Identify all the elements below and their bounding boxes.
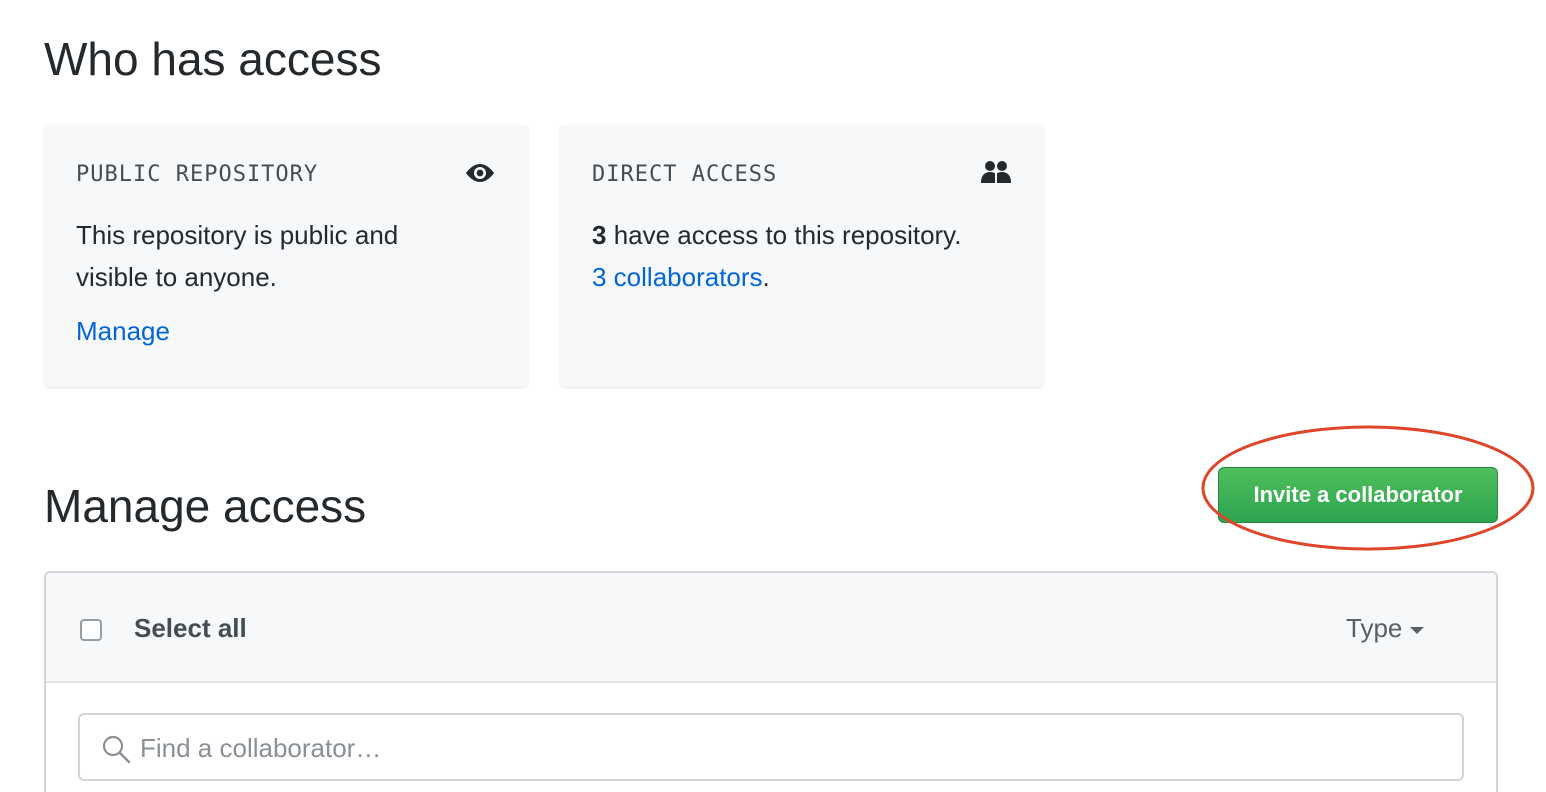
type-filter-label: Type (1346, 613, 1403, 643)
collaborators-toolbar: Select all Type (46, 573, 1496, 683)
access-settings-page: Who has access PUBLIC REPOSITORY This re… (0, 0, 1546, 792)
direct-access-card: DIRECT ACCESS 3 have access to this repo… (560, 125, 1044, 387)
eye-icon (466, 164, 494, 182)
public-repository-description: This repository is public and visible to… (76, 220, 399, 292)
public-repository-card: PUBLIC REPOSITORY This repository is pub… (44, 125, 528, 387)
type-filter-dropdown[interactable]: Type (1346, 611, 1425, 645)
public-repository-heading: PUBLIC REPOSITORY (76, 162, 319, 187)
manage-access-heading: Manage access (44, 480, 367, 532)
access-count: 3 (592, 220, 607, 250)
collaborators-link[interactable]: 3 collaborators (592, 262, 763, 292)
select-all-label[interactable]: Select all (134, 611, 247, 645)
collaborators-panel: Select all Type (44, 571, 1498, 792)
search-box (78, 713, 1464, 781)
who-has-access-heading: Who has access (44, 33, 382, 85)
invite-collaborator-button[interactable]: Invite a collaborator (1218, 467, 1498, 523)
direct-access-heading: DIRECT ACCESS (592, 162, 778, 187)
manage-visibility-link[interactable]: Manage (76, 316, 170, 347)
collaborators-period: . (762, 262, 770, 292)
people-icon (981, 161, 1011, 183)
direct-access-description: 3 have access to this repository. 3 coll… (592, 214, 1012, 298)
find-collaborator-input[interactable] (138, 715, 1442, 781)
search-icon (102, 735, 131, 764)
access-count-text: have access to this repository. (606, 220, 962, 250)
select-all-checkbox[interactable] (80, 619, 102, 641)
caret-down-icon (1410, 626, 1425, 634)
